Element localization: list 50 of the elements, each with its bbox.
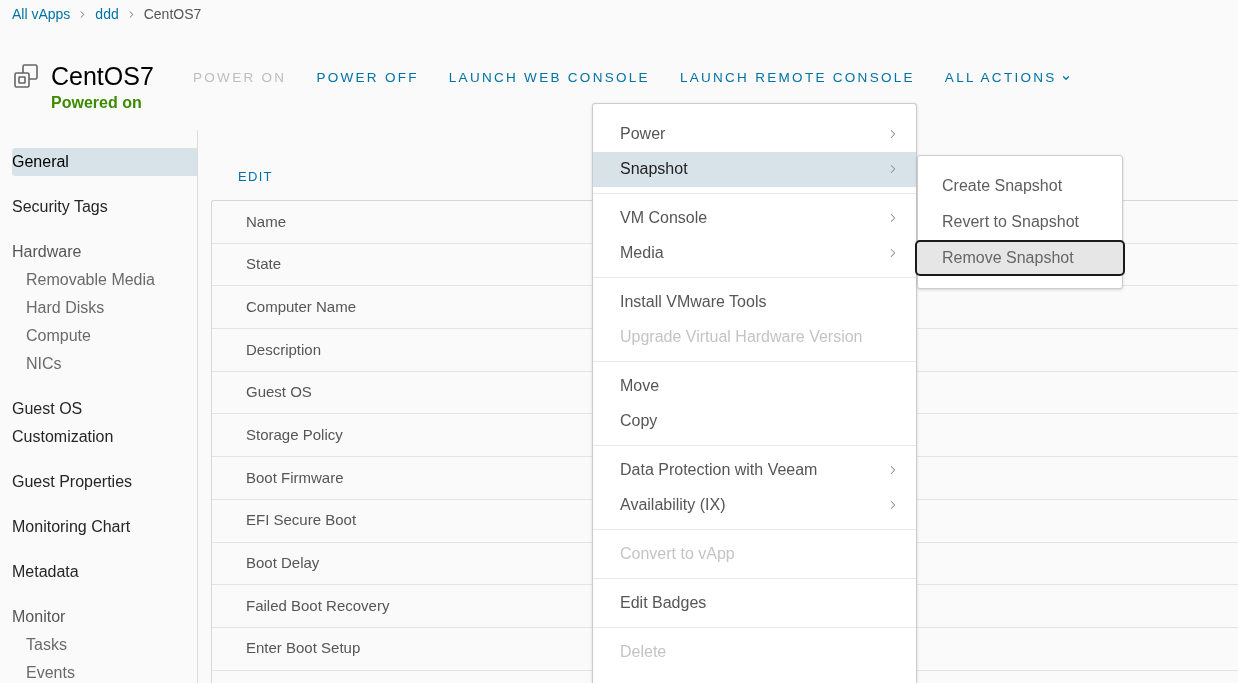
property-label: Storage Policy: [246, 425, 343, 446]
property-label: Guest OS: [246, 382, 312, 403]
edit-link[interactable]: EDIT: [238, 169, 273, 184]
property-label: Failed Boot Recovery: [246, 595, 390, 616]
property-label: EFI Secure Boot: [246, 510, 357, 531]
property-label: Description: [246, 339, 322, 360]
vm-title: CentOS7: [51, 61, 154, 92]
overlapping-squares-icon: [14, 64, 38, 88]
nav-group-label: Hardware: [12, 242, 83, 262]
nav-subitem[interactable]: NICs: [26, 350, 197, 378]
submenu-item[interactable]: Remove Snapshot: [915, 240, 1125, 276]
property-label: Boot Firmware: [246, 467, 344, 488]
nav-group-label: Monitor: [12, 607, 67, 627]
nav-item[interactable]: Security Tags: [12, 193, 197, 221]
menu-item[interactable]: Install VMware Tools: [593, 284, 916, 320]
submenu-item[interactable]: Create Snapshot: [915, 168, 1125, 204]
breadcrumb-current: CentOS7: [143, 4, 202, 24]
menu-item[interactable]: Copy: [593, 403, 916, 439]
power-status: Powered on: [51, 93, 143, 113]
nav-subitem[interactable]: Compute: [26, 322, 197, 350]
menu-item[interactable]: VM Console: [593, 200, 916, 236]
nav-item[interactable]: Guest OS Customization: [12, 395, 197, 451]
action-link[interactable]: LAUNCH REMOTE CONSOLE: [679, 67, 915, 89]
menu-item[interactable]: Snapshot: [593, 151, 916, 187]
property-label: Enter Boot Setup: [246, 638, 361, 659]
nav-item[interactable]: General: [12, 148, 197, 176]
breadcrumb-link[interactable]: All vApps: [12, 3, 71, 25]
nav-subitem[interactable]: Tasks: [26, 631, 197, 659]
action-link[interactable]: LAUNCH WEB CONSOLE: [448, 67, 650, 89]
menu-item[interactable]: Availability (IX): [593, 487, 916, 523]
action-link[interactable]: POWER OFF: [316, 67, 419, 89]
property-label: Name: [246, 211, 286, 232]
breadcrumb-link[interactable]: ddd: [95, 3, 119, 25]
menu-item[interactable]: Data Protection with Veeam: [593, 452, 916, 488]
nav-subitem[interactable]: Events: [26, 659, 197, 683]
menu-item[interactable]: Power: [593, 116, 916, 152]
property-label: Boot Delay: [246, 553, 320, 574]
nav-item[interactable]: Metadata: [12, 558, 197, 586]
nav-item[interactable]: Guest Properties: [12, 468, 197, 496]
nav-subitem[interactable]: Hard Disks: [26, 294, 197, 322]
nav-subitem[interactable]: Removable Media: [26, 266, 197, 294]
nav-item[interactable]: Monitoring Chart: [12, 513, 197, 541]
action-link[interactable]: ALL ACTIONS: [944, 67, 1071, 89]
property-label: Computer Name: [246, 296, 357, 317]
submenu-item[interactable]: Revert to Snapshot: [915, 204, 1125, 240]
menu-item[interactable]: Move: [593, 368, 916, 404]
menu-item[interactable]: Edit Badges: [593, 585, 916, 621]
menu-item[interactable]: Media: [593, 235, 916, 271]
property-label: State: [246, 254, 282, 275]
chevron-down-icon: [1060, 73, 1071, 83]
